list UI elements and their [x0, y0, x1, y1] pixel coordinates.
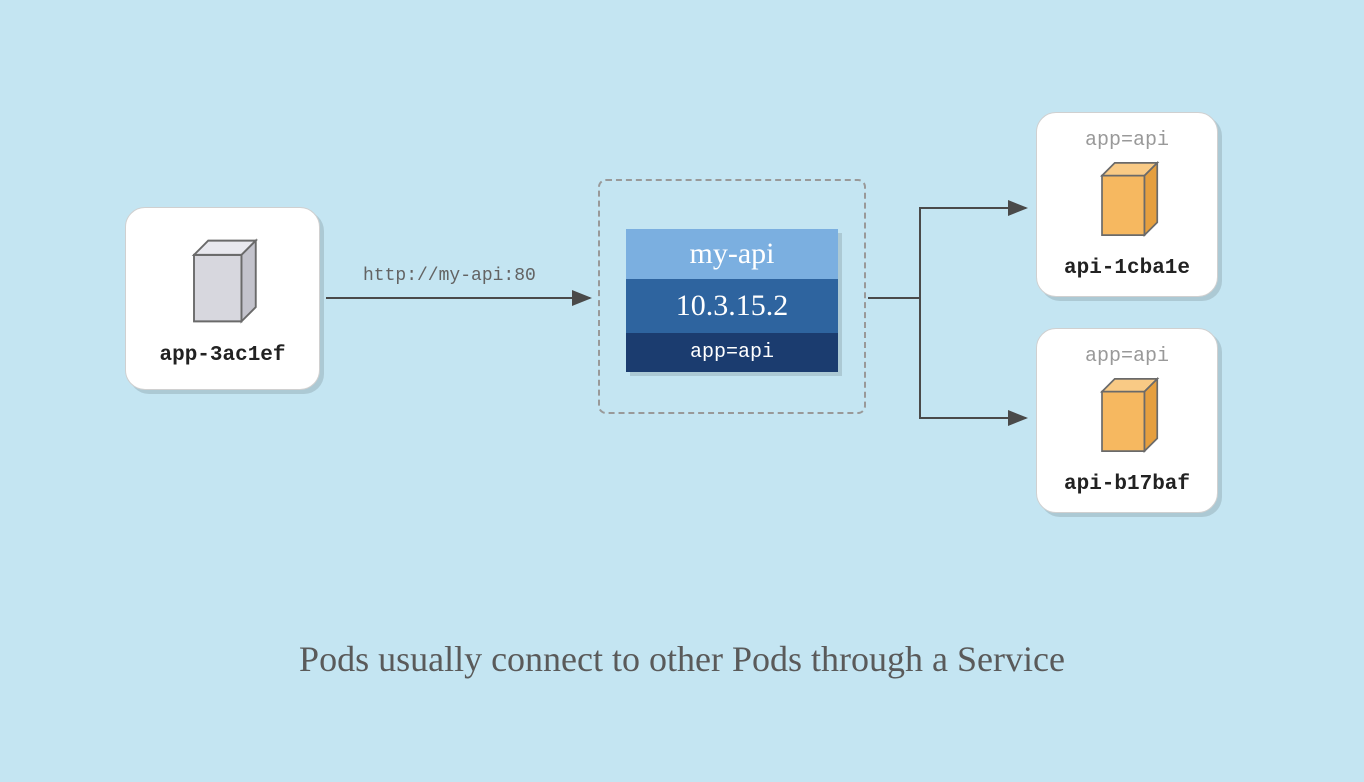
target-pod-1: app=api api-1cba1e	[1036, 112, 1218, 297]
target-pod-2-selector: app=api	[1085, 345, 1169, 368]
target-pod-2: app=api api-b17baf	[1036, 328, 1218, 513]
source-pod: app-3ac1ef	[125, 207, 320, 390]
service-card: my-api 10.3.15.2 app=api	[626, 229, 838, 372]
service-selector: app=api	[626, 333, 838, 372]
service-name: my-api	[626, 229, 838, 279]
target-pod-1-name: api-1cba1e	[1064, 257, 1190, 280]
source-pod-name: app-3ac1ef	[159, 344, 285, 367]
target-pod-2-name: api-b17baf	[1064, 473, 1190, 496]
diagram-caption: Pods usually connect to other Pods throu…	[0, 638, 1364, 680]
cube-icon	[1085, 154, 1170, 249]
target-pod-1-selector: app=api	[1085, 129, 1169, 152]
request-url-label: http://my-api:80	[363, 266, 536, 286]
cube-icon	[1085, 370, 1170, 465]
service-ip: 10.3.15.2	[626, 279, 838, 333]
cube-icon	[175, 231, 270, 336]
